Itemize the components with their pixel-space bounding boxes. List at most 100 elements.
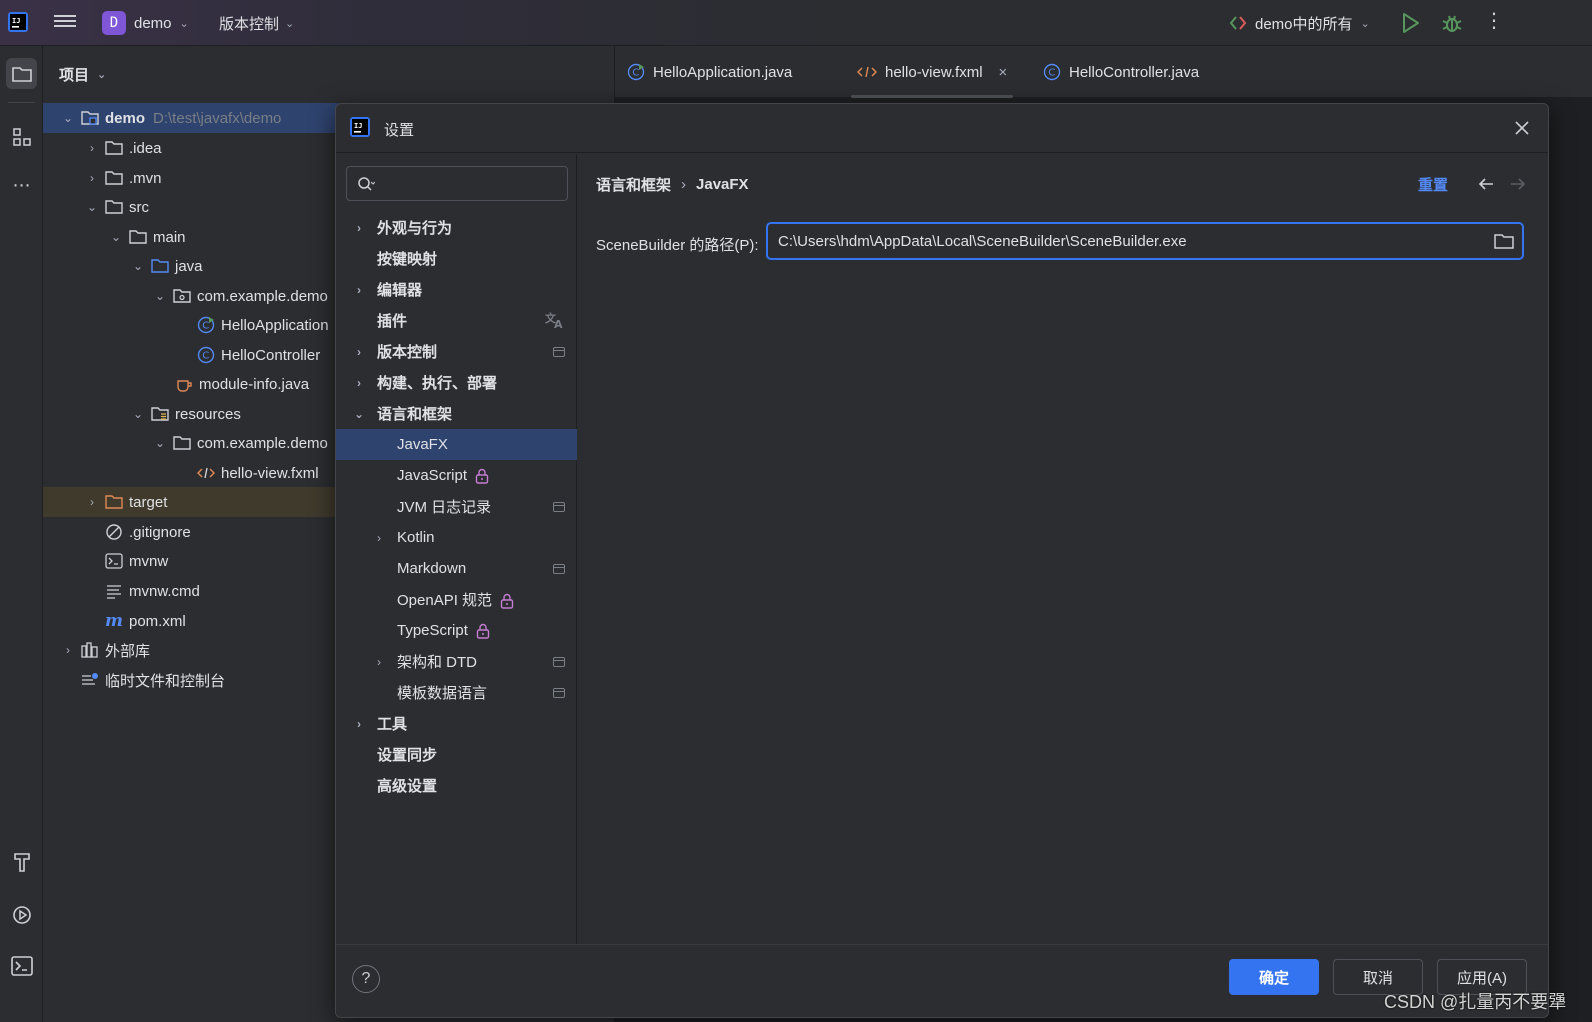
- nav-javascript[interactable]: JavaScript: [336, 460, 577, 491]
- more-actions-icon[interactable]: ⋮: [1484, 11, 1504, 35]
- excluded-folder-icon: [105, 493, 123, 511]
- main-menu-icon[interactable]: [54, 12, 76, 32]
- tree-label: HelloController: [221, 346, 321, 364]
- tree-label: java: [175, 257, 203, 275]
- chevron-right-icon[interactable]: ›: [352, 283, 366, 297]
- close-tab-icon[interactable]: ×: [999, 64, 1008, 81]
- debug-icon[interactable]: [1440, 11, 1464, 35]
- nav-label: TypeScript: [397, 621, 468, 639]
- project-switcher[interactable]: D demo ⌄: [102, 9, 189, 37]
- nav-vcs[interactable]: › 版本控制: [336, 336, 577, 367]
- chevron-right-icon[interactable]: ›: [352, 221, 366, 235]
- chevron-down-icon[interactable]: ⌄: [85, 200, 99, 214]
- nav-appearance[interactable]: › 外观与行为: [336, 212, 577, 243]
- run-config-label: demo中的所有: [1255, 15, 1353, 33]
- nav-keymap[interactable]: 按键映射: [336, 243, 577, 274]
- breadcrumb-item[interactable]: 语言和框架: [596, 174, 671, 195]
- run-icon[interactable]: [1398, 11, 1422, 35]
- editor-tab-bar: C HelloApplication.java hello-view.fxml …: [615, 46, 1592, 98]
- settings-dialog: IJ 设置 › 外观与行为 按键映射 › 编辑器 插件 文A › 版本控制 › …: [335, 103, 1549, 1018]
- search-icon: [358, 176, 375, 191]
- java-class-runnable-icon: C: [197, 316, 215, 334]
- library-icon: [81, 641, 99, 659]
- nav-tools[interactable]: › 工具: [336, 708, 577, 739]
- chevron-down-icon[interactable]: ⌄: [109, 230, 123, 244]
- nav-label: 高级设置: [377, 778, 438, 795]
- nav-typescript[interactable]: TypeScript: [336, 615, 577, 646]
- help-icon[interactable]: ?: [352, 965, 380, 993]
- nav-build[interactable]: › 构建、执行、部署: [336, 367, 577, 398]
- structure-tool-icon[interactable]: [6, 121, 37, 152]
- scenebuilder-path-input[interactable]: [768, 232, 1468, 250]
- svg-text:C: C: [1048, 68, 1055, 79]
- settings-sidebar: › 外观与行为 按键映射 › 编辑器 插件 文A › 版本控制 › 构建、执行、…: [336, 154, 577, 944]
- build-hammer-icon[interactable]: [6, 846, 37, 877]
- scenebuilder-path-field[interactable]: [766, 222, 1524, 260]
- project-tool-icon[interactable]: [6, 58, 37, 89]
- folder-icon: [105, 198, 123, 216]
- nav-kotlin[interactable]: › Kotlin: [336, 522, 577, 553]
- arrow-right-icon[interactable]: [1508, 174, 1528, 194]
- ignore-file-icon: [105, 523, 123, 541]
- chevron-right-icon[interactable]: ›: [85, 171, 99, 185]
- nav-jvm-logging[interactable]: JVM 日志记录: [336, 491, 577, 522]
- tab-helloapplication[interactable]: C HelloApplication.java: [627, 46, 792, 98]
- nav-openapi[interactable]: OpenAPI 规范: [336, 584, 577, 615]
- svg-text:C: C: [202, 351, 209, 362]
- tree-label: mvnw: [129, 552, 169, 570]
- xml-file-icon: [197, 464, 215, 482]
- nav-label: 外观与行为: [377, 220, 453, 237]
- tab-hello-view[interactable]: hello-view.fxml ×: [851, 46, 1014, 98]
- nav-schemas-dtd[interactable]: › 架构和 DTD: [336, 646, 577, 677]
- chevron-right-icon[interactable]: ›: [372, 531, 386, 545]
- reset-link[interactable]: 重置: [1418, 174, 1448, 195]
- chevron-down-icon[interactable]: ⌄: [61, 111, 75, 125]
- vcs-widget[interactable]: 版本控制 ⌄: [219, 9, 294, 37]
- chevron-down-icon[interactable]: ⌄: [131, 259, 145, 273]
- tree-label: com.example.demo: [197, 434, 328, 452]
- dialog-title-bar[interactable]: IJ 设置: [336, 104, 1548, 153]
- close-icon[interactable]: [1508, 114, 1536, 142]
- chevron-down-icon[interactable]: ⌄: [153, 289, 167, 303]
- tree-label: pom.xml: [129, 612, 186, 630]
- chevron-down-icon[interactable]: ⌄: [131, 407, 145, 421]
- tab-label: hello-view.fxml: [885, 63, 983, 81]
- services-icon[interactable]: [6, 899, 37, 930]
- ok-button[interactable]: 确定: [1229, 959, 1319, 995]
- nav-languages[interactable]: ⌄ 语言和框架: [336, 398, 577, 429]
- chevron-right-icon[interactable]: ›: [352, 345, 366, 359]
- nav-javafx[interactable]: JavaFX: [336, 429, 577, 460]
- nav-label: Markdown: [397, 560, 467, 577]
- tab-hellocontroller[interactable]: C HelloController.java: [1043, 46, 1199, 98]
- chevron-down-icon[interactable]: ⌄: [352, 407, 366, 421]
- chevron-right-icon[interactable]: ›: [61, 643, 75, 657]
- more-tools-icon[interactable]: ⋯: [6, 170, 37, 201]
- nav-plugins[interactable]: 插件 文A: [336, 305, 577, 336]
- run-configuration-selector[interactable]: demo中的所有 ⌄: [1229, 9, 1370, 37]
- translate-icon: 文A: [545, 311, 563, 329]
- chevron-right-icon[interactable]: ›: [352, 717, 366, 731]
- nav-editor[interactable]: › 编辑器: [336, 274, 577, 305]
- nav-template-data-languages[interactable]: 模板数据语言: [336, 677, 577, 708]
- nav-markdown[interactable]: Markdown: [336, 553, 577, 584]
- tree-label: .gitignore: [129, 523, 191, 541]
- project-panel-title: 项目: [59, 67, 90, 84]
- nav-settings-sync[interactable]: 设置同步: [336, 739, 577, 770]
- arrow-left-icon[interactable]: [1476, 174, 1496, 194]
- folder-browse-icon[interactable]: [1494, 232, 1514, 250]
- nav-advanced-settings[interactable]: 高级设置: [336, 770, 577, 801]
- chevron-right-icon[interactable]: ›: [352, 376, 366, 390]
- chevron-right-icon[interactable]: ›: [372, 655, 386, 669]
- tree-label: 临时文件和控制台: [105, 672, 226, 690]
- settings-search-box[interactable]: [346, 166, 568, 201]
- nav-label: 架构和 DTD: [397, 654, 477, 671]
- settings-search-input[interactable]: [383, 175, 553, 192]
- tree-label: HelloApplication: [221, 316, 329, 334]
- chevron-right-icon[interactable]: ›: [85, 495, 99, 509]
- nav-label: 编辑器: [377, 282, 423, 299]
- project-panel-header[interactable]: 项目 ⌄: [59, 64, 106, 85]
- chevron-down-icon[interactable]: ⌄: [153, 436, 167, 450]
- intellij-logo-icon[interactable]: IJ: [8, 12, 28, 32]
- terminal-icon[interactable]: [6, 950, 37, 981]
- chevron-right-icon[interactable]: ›: [85, 141, 99, 155]
